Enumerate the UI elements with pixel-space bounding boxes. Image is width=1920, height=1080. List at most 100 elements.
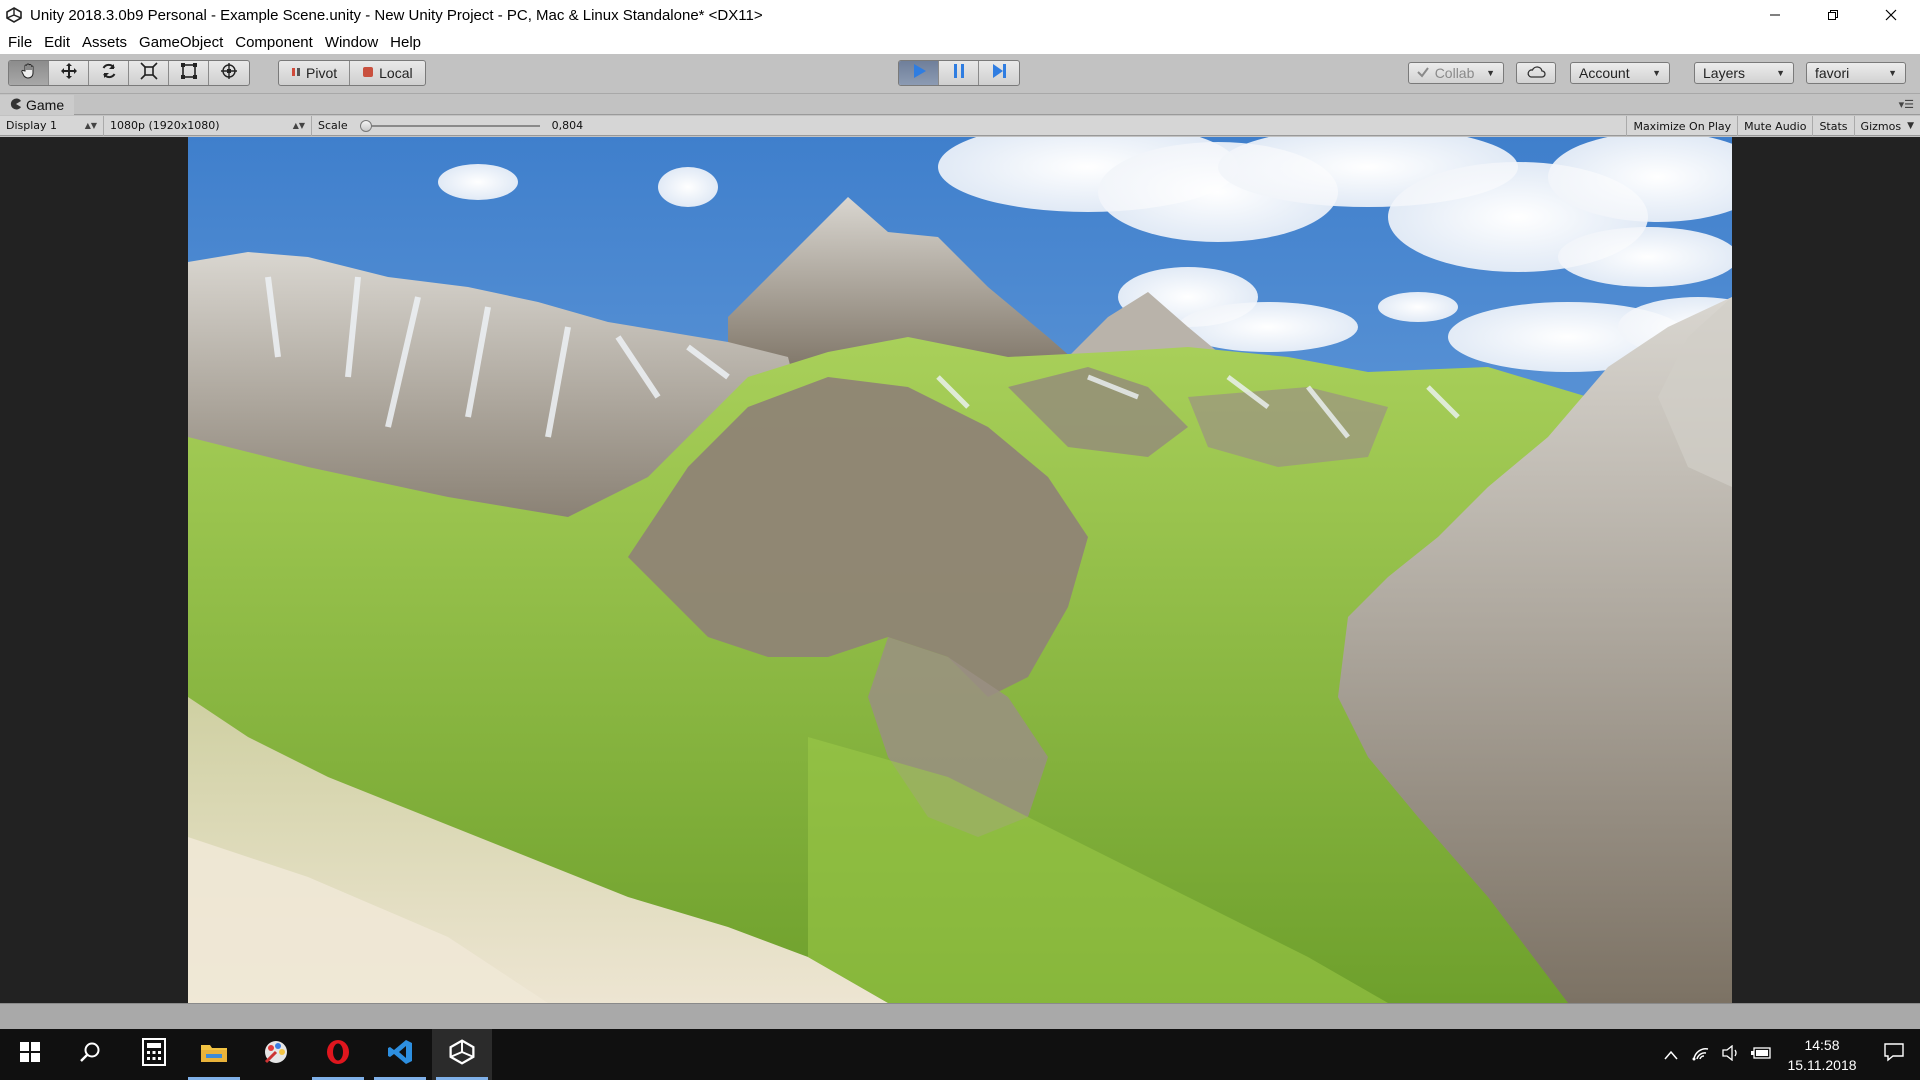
menu-component[interactable]: Component [229, 34, 319, 51]
display-select[interactable]: Display 1 ▲▼ [0, 115, 104, 136]
cloud-button[interactable] [1516, 62, 1556, 84]
system-tray: 14:58 15.11.2018 [1656, 1029, 1920, 1080]
chevron-up-icon [1664, 1047, 1678, 1063]
clock[interactable]: 14:58 15.11.2018 [1776, 1035, 1868, 1075]
pause-button[interactable] [939, 61, 979, 85]
show-hidden-icons-button[interactable] [1656, 1029, 1686, 1080]
search-icon [79, 1041, 101, 1068]
action-center-button[interactable] [1868, 1029, 1920, 1080]
wifi-icon [1692, 1045, 1710, 1064]
resolution-select[interactable]: 1080p (1920x1080) ▲▼ [104, 115, 312, 136]
game-render-viewport[interactable] [188, 137, 1732, 1003]
play-icon [911, 63, 927, 84]
collab-label: Collab [1434, 65, 1475, 81]
game-view[interactable] [0, 137, 1920, 1003]
game-view-bar: Display 1 ▲▼ 1080p (1920x1080) ▲▼ Scale … [0, 115, 1920, 136]
gizmos-dropdown[interactable]: Gizmos ▼ [1853, 116, 1920, 136]
account-label: Account [1579, 65, 1630, 81]
layers-dropdown[interactable]: Layers ▼ [1694, 62, 1794, 84]
vscode-app[interactable] [370, 1029, 430, 1080]
play-button[interactable] [899, 61, 939, 85]
layout-dropdown[interactable]: favori ▼ [1806, 62, 1906, 84]
transform-tools [8, 60, 250, 86]
mute-audio-toggle[interactable]: Mute Audio [1737, 116, 1812, 136]
tab-game[interactable]: Game [0, 94, 75, 115]
chevron-down-icon: ▼ [1907, 121, 1914, 131]
unity-logo-icon [4, 5, 24, 25]
menu-help[interactable]: Help [384, 34, 427, 51]
play-controls [898, 60, 1020, 86]
restore-button[interactable] [1804, 0, 1862, 30]
checkmark-icon [1417, 65, 1429, 81]
menu-window[interactable]: Window [319, 34, 384, 51]
hand-icon [20, 62, 38, 85]
transform-tool-button[interactable] [209, 61, 249, 85]
opera-browser-app[interactable] [308, 1029, 368, 1080]
status-bar [0, 1003, 1920, 1029]
pivot-label: Pivot [306, 65, 338, 81]
scale-value: 0,804 [551, 119, 584, 132]
collab-dropdown[interactable]: Collab ▼ [1408, 62, 1504, 84]
windows-logo-icon [20, 1042, 40, 1067]
file-explorer-app[interactable] [184, 1029, 244, 1080]
hand-tool-button[interactable] [9, 61, 49, 85]
pivot-icon [291, 65, 301, 81]
close-button[interactable] [1862, 0, 1920, 30]
clock-date: 15.11.2018 [1787, 1056, 1857, 1073]
menu-assets[interactable]: Assets [76, 34, 133, 51]
chevron-down-icon: ▼ [1486, 68, 1495, 78]
account-dropdown[interactable]: Account ▼ [1570, 62, 1670, 84]
notification-icon [1884, 1042, 1904, 1067]
clock-time: 14:58 [1804, 1036, 1840, 1053]
calculator-app[interactable] [124, 1029, 184, 1080]
updown-arrows-icon: ▲▼ [292, 121, 305, 130]
pivot-button[interactable]: Pivot [279, 61, 351, 85]
rect-tool-button[interactable] [169, 61, 209, 85]
tab-game-label: Game [26, 96, 65, 113]
terrain-scene [188, 137, 1732, 1003]
window-title: Unity 2018.3.0b9 Personal - Example Scen… [30, 6, 763, 24]
network-button[interactable] [1686, 1029, 1716, 1080]
chevron-down-icon: ▼ [1776, 68, 1785, 78]
menu-file[interactable]: File [2, 34, 38, 51]
scale-icon [139, 61, 158, 85]
rotate-icon [100, 62, 118, 85]
windows-taskbar: 14:58 15.11.2018 [0, 1029, 1920, 1080]
scale-tool-button[interactable] [129, 61, 169, 85]
cloud-icon [1526, 65, 1546, 82]
menu-gameobject[interactable]: GameObject [133, 34, 229, 51]
scale-slider-thumb[interactable] [359, 119, 372, 132]
unity-app[interactable] [432, 1029, 492, 1080]
scale-slider[interactable] [359, 116, 540, 136]
minimize-button[interactable] [1746, 0, 1804, 30]
opera-logo-icon [325, 1039, 351, 1070]
calculator-icon [142, 1038, 166, 1071]
volume-button[interactable] [1716, 1029, 1746, 1080]
resolution-label: 1080p (1920x1080) [110, 119, 220, 132]
tab-menu-icon[interactable]: ▾☰ [1899, 98, 1914, 111]
stats-toggle[interactable]: Stats [1812, 116, 1853, 136]
maximize-on-play-toggle[interactable]: Maximize On Play [1626, 116, 1737, 136]
vscode-logo-icon [387, 1039, 413, 1070]
battery-icon [1750, 1046, 1772, 1063]
title-bar: Unity 2018.3.0b9 Personal - Example Scen… [0, 0, 1920, 30]
search-button[interactable] [60, 1029, 120, 1080]
step-button[interactable] [979, 61, 1019, 85]
start-button[interactable] [0, 1029, 60, 1080]
local-label: Local [379, 65, 413, 81]
local-button[interactable]: Local [350, 61, 424, 85]
local-icon [362, 65, 374, 81]
unity-logo-icon [449, 1039, 475, 1070]
move-tool-button[interactable] [49, 61, 89, 85]
game-tab-bar: Game ▾☰ [0, 94, 1920, 115]
move-arrows-icon [60, 62, 78, 85]
layers-label: Layers [1703, 65, 1746, 81]
paint-app[interactable] [246, 1029, 306, 1080]
chevron-down-icon: ▼ [1652, 68, 1661, 78]
layout-label: favori [1815, 65, 1850, 81]
menu-edit[interactable]: Edit [38, 34, 76, 51]
game-pacman-icon [10, 97, 22, 113]
rect-icon [180, 62, 198, 85]
rotate-tool-button[interactable] [89, 61, 129, 85]
battery-button[interactable] [1746, 1029, 1776, 1080]
